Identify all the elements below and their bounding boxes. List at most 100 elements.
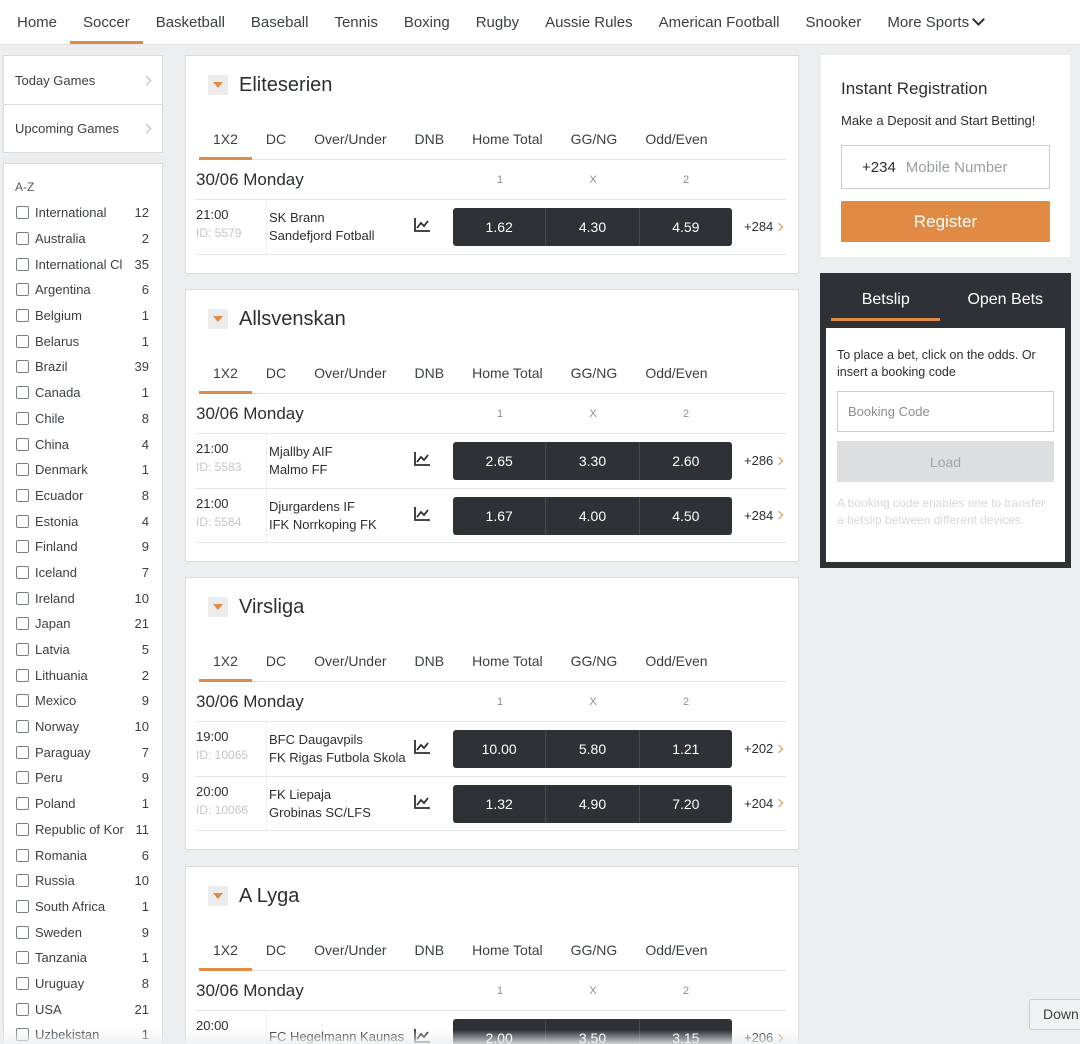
country-checkbox[interactable]: [16, 745, 29, 759]
country-item[interactable]: Sweden 9: [4, 919, 162, 945]
market-tab[interactable]: Home Total: [458, 929, 557, 970]
country-item[interactable]: Romania 6: [4, 842, 162, 868]
betslip-tab-betslip[interactable]: Betslip: [826, 273, 946, 327]
country-checkbox[interactable]: [16, 334, 29, 348]
country-item[interactable]: Denmark 1: [4, 457, 162, 483]
more-markets-link[interactable]: +206: [744, 1030, 784, 1044]
collapse-icon[interactable]: [208, 309, 228, 329]
stats-chart-icon[interactable]: [413, 794, 431, 810]
market-tab[interactable]: Over/Under: [300, 352, 400, 393]
country-item[interactable]: Latvia 5: [4, 637, 162, 663]
more-markets-link[interactable]: +286: [744, 453, 784, 468]
nav-more-sports[interactable]: More Sports: [874, 0, 996, 44]
odds-button-x[interactable]: 5.80: [545, 730, 638, 768]
odds-button-1[interactable]: 1.67: [453, 497, 545, 535]
country-item[interactable]: Ecuador 8: [4, 483, 162, 509]
country-checkbox[interactable]: [16, 822, 29, 836]
country-checkbox[interactable]: [16, 386, 29, 400]
country-item[interactable]: China 4: [4, 431, 162, 457]
stats-chart-icon[interactable]: [413, 506, 431, 522]
odds-button-1[interactable]: 2.00: [453, 1019, 545, 1044]
market-tab[interactable]: Over/Under: [300, 929, 400, 970]
market-tab[interactable]: GG/NG: [557, 929, 632, 970]
market-tab[interactable]: 1X2: [199, 352, 252, 394]
market-tab[interactable]: 1X2: [199, 118, 252, 160]
country-checkbox[interactable]: [16, 257, 29, 271]
stats-chart-icon[interactable]: [413, 217, 431, 233]
country-item[interactable]: Argentina 6: [4, 277, 162, 303]
country-item[interactable]: International Cl 35: [4, 251, 162, 277]
odds-button-1[interactable]: 10.00: [453, 730, 545, 768]
country-checkbox[interactable]: [16, 951, 29, 965]
market-tab[interactable]: Odd/Even: [631, 640, 721, 681]
odds-button-x[interactable]: 3.30: [545, 442, 638, 480]
market-tab[interactable]: Odd/Even: [631, 352, 721, 393]
nav-item-home[interactable]: Home: [4, 0, 70, 44]
market-tab[interactable]: DC: [252, 352, 300, 393]
market-tab[interactable]: Odd/Even: [631, 118, 721, 159]
country-item[interactable]: Uruguay 8: [4, 971, 162, 997]
country-checkbox[interactable]: [16, 874, 29, 888]
market-tab[interactable]: GG/NG: [557, 352, 632, 393]
country-item[interactable]: Uzbekistan 1: [4, 1022, 162, 1044]
market-tab[interactable]: Home Total: [458, 640, 557, 681]
market-tab[interactable]: DC: [252, 118, 300, 159]
nav-item-baseball[interactable]: Baseball: [238, 0, 322, 44]
country-item[interactable]: Finland 9: [4, 534, 162, 560]
nav-item-boxing[interactable]: Boxing: [391, 0, 463, 44]
nav-item-tennis[interactable]: Tennis: [321, 0, 390, 44]
country-checkbox[interactable]: [16, 283, 29, 297]
match-teams[interactable]: FK Liepaja Grobinas SC/LFS: [266, 776, 371, 830]
booking-code-input[interactable]: [848, 404, 1038, 419]
nav-item-soccer[interactable]: Soccer: [70, 0, 143, 44]
country-item[interactable]: International 12: [4, 200, 162, 226]
odds-button-2[interactable]: 4.50: [638, 496, 732, 535]
more-markets-link[interactable]: +204: [744, 796, 784, 811]
country-checkbox[interactable]: [16, 232, 29, 246]
country-checkbox[interactable]: [16, 797, 29, 811]
country-item[interactable]: Japan 21: [4, 611, 162, 637]
country-checkbox[interactable]: [16, 617, 29, 631]
collapse-icon[interactable]: [208, 75, 228, 95]
country-item[interactable]: Chile 8: [4, 406, 162, 432]
country-checkbox[interactable]: [16, 668, 29, 682]
market-tab[interactable]: Over/Under: [300, 118, 400, 159]
match-teams[interactable]: Mjallby AIF Malmo FF: [266, 434, 333, 488]
country-checkbox[interactable]: [16, 925, 29, 939]
nav-item-basketball[interactable]: Basketball: [143, 0, 238, 44]
booking-code-field[interactable]: [837, 391, 1054, 432]
country-item[interactable]: Canada 1: [4, 380, 162, 406]
country-checkbox[interactable]: [16, 565, 29, 579]
country-item[interactable]: Poland 1: [4, 791, 162, 817]
odds-button-x[interactable]: 4.90: [545, 784, 638, 823]
market-tab[interactable]: DNB: [401, 118, 459, 159]
collapse-icon[interactable]: [208, 597, 228, 617]
odds-button-1[interactable]: 1.32: [453, 785, 545, 823]
country-item[interactable]: Belarus 1: [4, 328, 162, 354]
country-item[interactable]: Australia 2: [4, 226, 162, 252]
market-tab[interactable]: DNB: [401, 352, 459, 393]
market-tab[interactable]: GG/NG: [557, 640, 632, 681]
mobile-number-field[interactable]: +234: [841, 145, 1050, 189]
country-checkbox[interactable]: [16, 848, 29, 862]
country-item[interactable]: Mexico 9: [4, 688, 162, 714]
odds-button-2[interactable]: 7.20: [638, 784, 732, 823]
odds-button-1[interactable]: 1.62: [453, 208, 545, 246]
country-item[interactable]: Paraguay 7: [4, 739, 162, 765]
country-item[interactable]: Peru 9: [4, 765, 162, 791]
country-checkbox[interactable]: [16, 463, 29, 477]
country-checkbox[interactable]: [16, 206, 29, 220]
country-checkbox[interactable]: [16, 976, 29, 990]
match-teams[interactable]: BFC Daugavpils FK Rigas Futbola Skola: [266, 722, 406, 776]
stats-chart-icon[interactable]: [413, 1028, 431, 1044]
country-item[interactable]: Estonia 4: [4, 508, 162, 534]
odds-button-2[interactable]: 1.21: [638, 730, 732, 768]
load-button[interactable]: Load: [837, 441, 1054, 482]
market-tab[interactable]: Odd/Even: [631, 929, 721, 970]
down-button[interactable]: Down: [1029, 999, 1080, 1030]
nav-item-rugby[interactable]: Rugby: [463, 0, 532, 44]
country-checkbox[interactable]: [16, 771, 29, 785]
country-item[interactable]: Belgium 1: [4, 303, 162, 329]
country-checkbox[interactable]: [16, 309, 29, 323]
odds-button-2[interactable]: 3.15: [638, 1019, 732, 1044]
